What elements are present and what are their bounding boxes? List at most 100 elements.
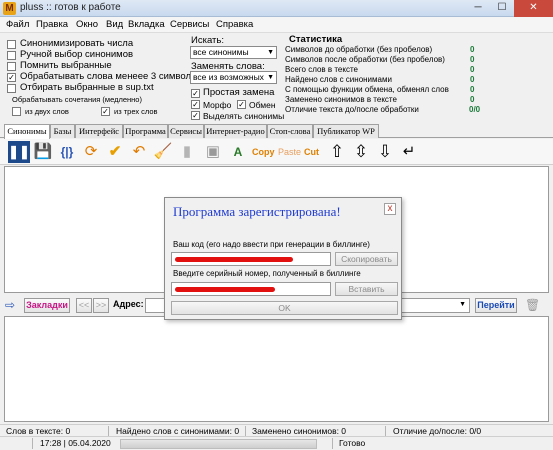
move-updown-icon[interactable]: ⇳ bbox=[350, 141, 372, 163]
menu-tab[interactable]: Вкладка bbox=[128, 19, 165, 30]
stat-value: 0 bbox=[470, 65, 475, 74]
tab-publisher-wp[interactable]: Публикатор WP bbox=[313, 124, 379, 138]
stats-status-bar: Слов в тексте: 0 Найдено слов с синонима… bbox=[0, 424, 553, 437]
menu-services[interactable]: Сервисы bbox=[170, 19, 209, 30]
stat-value: 0 bbox=[470, 55, 475, 64]
copy-button[interactable]: Copy bbox=[252, 147, 275, 157]
tab-services[interactable]: Сервисы bbox=[168, 124, 204, 138]
manual-synonyms-label: Ручной выбор синонимов bbox=[20, 49, 134, 60]
status-separator bbox=[32, 438, 33, 449]
menu-window[interactable]: Окно bbox=[76, 19, 98, 30]
undo-icon[interactable]: ↶ bbox=[128, 141, 150, 163]
bookmarks-button[interactable]: Закладки bbox=[24, 298, 70, 313]
braces-icon[interactable]: {|} bbox=[56, 141, 78, 163]
status-words: Слов в тексте: 0 bbox=[6, 426, 71, 436]
code-label: Ваш код (его надо ввести при генерации в… bbox=[173, 240, 370, 249]
arrow-right-icon[interactable]: ⇨ bbox=[5, 298, 15, 312]
redaction-mark bbox=[175, 287, 275, 292]
move-down-icon[interactable]: ⇩ bbox=[374, 141, 396, 163]
three-words-checkbox[interactable]: ✓ bbox=[101, 107, 110, 116]
menu-file[interactable]: Файл bbox=[6, 19, 29, 30]
replace-select[interactable]: все из возможных ▼ bbox=[190, 71, 277, 84]
code-field[interactable] bbox=[171, 252, 331, 266]
menu-view[interactable]: Вид bbox=[106, 19, 123, 30]
refresh-icon[interactable]: ⟳ bbox=[80, 141, 102, 163]
combos-header: Обрабатывать сочетания (медленно) bbox=[12, 95, 142, 104]
back-button[interactable]: << bbox=[76, 298, 92, 313]
progress-bar bbox=[120, 439, 317, 449]
checkmark-icon[interactable]: ✔ bbox=[104, 141, 126, 163]
two-words-checkbox[interactable] bbox=[12, 107, 21, 116]
gray-block-icon[interactable]: ▮ bbox=[176, 141, 198, 163]
simple-replace-label: Простая замена bbox=[203, 87, 275, 98]
tab-bases[interactable]: Базы bbox=[50, 124, 75, 138]
chevron-down-icon: ▼ bbox=[459, 301, 466, 308]
tab-synonyms[interactable]: Синонимы bbox=[4, 124, 50, 139]
remember-chosen-label: Помнить выбранные bbox=[20, 60, 112, 71]
tab-internet-radio[interactable]: Интернет-радио bbox=[204, 124, 267, 138]
stat-label: Отличие текста до/после обработки bbox=[285, 105, 419, 114]
cut-button[interactable]: Cut bbox=[304, 147, 319, 157]
maximize-button[interactable]: ☐ bbox=[490, 0, 514, 17]
broom-icon[interactable]: 🧹 bbox=[152, 141, 174, 163]
two-words-label: из двух слов bbox=[25, 107, 69, 116]
spellcheck-icon[interactable]: A bbox=[227, 141, 249, 163]
morpho-checkbox[interactable]: ✓ bbox=[191, 100, 200, 109]
stat-value: 0 bbox=[470, 75, 475, 84]
image-icon[interactable]: ▣ bbox=[202, 141, 224, 163]
highlight-checkbox[interactable]: ✓ bbox=[191, 111, 200, 120]
simple-replace-checkbox[interactable]: ✓ bbox=[191, 89, 200, 98]
process-short-words-label: Обрабатывать слова менеее 3 символов bbox=[20, 71, 202, 82]
close-window-button[interactable]: ✕ bbox=[514, 0, 553, 17]
status-replaced: Заменено синонимов: 0 bbox=[252, 426, 347, 436]
stat-value: 0 bbox=[470, 95, 475, 104]
stats-title: Статистика bbox=[289, 34, 343, 45]
browser-view[interactable] bbox=[4, 316, 549, 422]
enter-icon[interactable]: ↵ bbox=[398, 141, 420, 163]
paste-button[interactable]: Paste bbox=[278, 147, 301, 157]
morpho-label: Морфо bbox=[203, 100, 232, 110]
move-up-icon[interactable]: ⇧ bbox=[326, 141, 348, 163]
menu-help[interactable]: Справка bbox=[216, 19, 253, 30]
save-icon[interactable]: 💾 bbox=[32, 141, 54, 163]
go-button[interactable]: Перейти bbox=[475, 298, 517, 313]
trash-icon[interactable]: 🗑 bbox=[525, 298, 540, 312]
three-words-label: из трех слов bbox=[114, 107, 158, 116]
pick-selected-label: Отбирать выбранные в sup.txt bbox=[20, 82, 154, 93]
manual-synonyms-checkbox[interactable] bbox=[7, 51, 16, 60]
pick-selected-checkbox[interactable] bbox=[7, 84, 16, 93]
menu-edit[interactable]: Правка bbox=[36, 19, 68, 30]
stat-label: С помощью функции обмена, обменял слов bbox=[285, 85, 449, 94]
dialog-close-icon[interactable]: x bbox=[384, 203, 396, 215]
stat-label: Символов после обработки (без пробелов) bbox=[285, 55, 445, 64]
copy-code-button[interactable]: Скопировать bbox=[335, 252, 398, 266]
ok-button[interactable]: OK bbox=[171, 301, 398, 315]
dialog-title: Программа зарегистрирована! bbox=[173, 204, 341, 219]
status-found: Найдено слов с синонимами: 0 bbox=[116, 426, 240, 436]
status-ready: Готово bbox=[339, 438, 366, 448]
stat-value: 0 bbox=[470, 45, 475, 54]
menu-bar: Файл Правка Окно Вид Вкладка Сервисы Спр… bbox=[0, 17, 553, 33]
remember-chosen-checkbox[interactable] bbox=[7, 62, 16, 71]
stat-label: Символов до обработки (без пробелов) bbox=[285, 45, 433, 54]
redaction-mark bbox=[175, 257, 293, 262]
synonymize-numbers-checkbox[interactable] bbox=[7, 40, 16, 49]
highlight-label: Выделять синонимы bbox=[203, 111, 285, 121]
forward-button[interactable]: >> bbox=[93, 298, 109, 313]
tab-stop-words[interactable]: Стоп-слова bbox=[267, 124, 313, 138]
stat-label: Найдено слов с синонимами bbox=[285, 75, 392, 84]
stat-label: Заменено синонимов в тексте bbox=[285, 95, 397, 104]
minimize-button[interactable]: ─ bbox=[466, 0, 490, 17]
tab-interface[interactable]: Интерфейс bbox=[75, 124, 123, 138]
synonymize-numbers-label: Синонимизировать числа bbox=[20, 38, 134, 49]
status-separator bbox=[332, 438, 333, 449]
insert-serial-button[interactable]: Вставить bbox=[335, 282, 398, 296]
pause-icon[interactable]: ❚❚ bbox=[8, 141, 30, 163]
search-select[interactable]: все синонимы ▼ bbox=[190, 46, 277, 59]
serial-field[interactable] bbox=[171, 282, 331, 296]
main-status-bar: 17:28 | 05.04.2020 Готово bbox=[0, 436, 553, 450]
process-short-words-checkbox[interactable]: ✓ bbox=[7, 73, 16, 82]
tab-program[interactable]: Программа bbox=[123, 124, 168, 138]
exchange-checkbox[interactable]: ✓ bbox=[237, 100, 246, 109]
exchange-label: Обмен bbox=[249, 100, 276, 110]
